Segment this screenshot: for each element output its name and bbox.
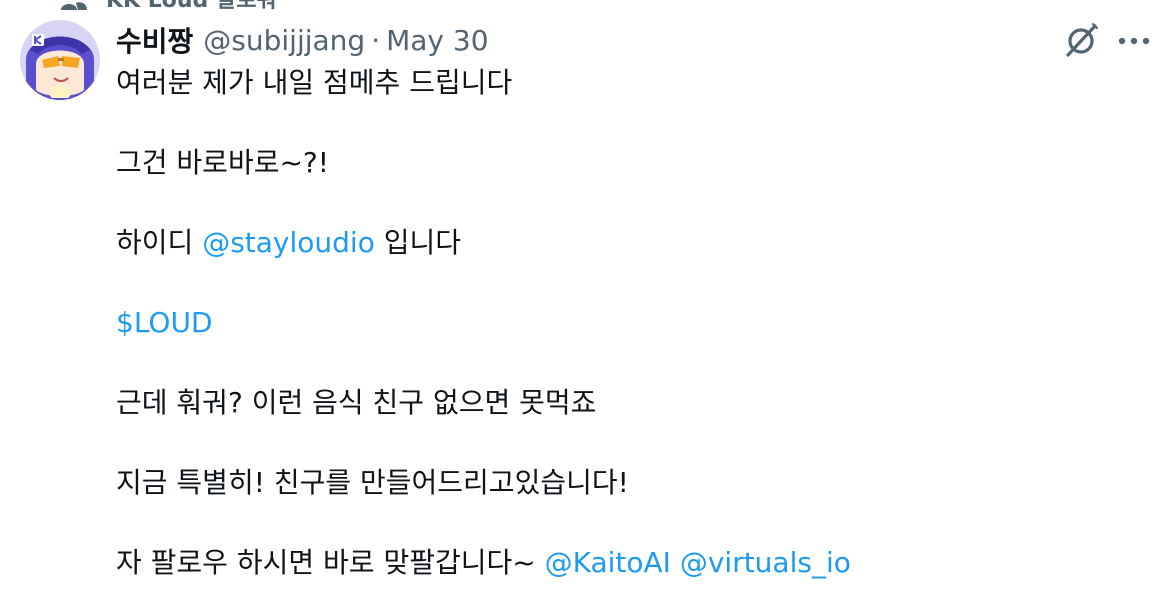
social-context-label: KK Loud 팔로워: [106, 0, 277, 13]
more-button[interactable]: [1112, 20, 1156, 60]
tweet-line: 하이디 @stayloudio 입니다: [116, 223, 1156, 263]
cashtag-link[interactable]: $LOUD: [116, 306, 213, 339]
tweet-line: 그건 바로바로~?!: [116, 146, 330, 179]
tweet-text-segment: 자 팔로우 하시면 바로 맞팔갑니다~: [116, 546, 545, 579]
social-context[interactable]: KK Loud 팔로워: [60, 0, 277, 13]
tweet-line: 근데 훠궈? 이런 음식 친구 없으면 못먹죠: [116, 386, 597, 419]
author-handle[interactable]: @subijjjang: [203, 24, 365, 57]
tweet-line: 여러분 제가 내일 점메추 드립니다: [116, 66, 513, 99]
tweet-line: $LOUD: [116, 303, 1156, 343]
tweet-header: 수비짱 @subijjjang · May 30: [116, 20, 489, 60]
avatar[interactable]: [20, 20, 100, 100]
tweet-text-segment: 입니다: [374, 226, 462, 259]
tweet-text-segment: [671, 546, 680, 579]
mention-link[interactable]: @virtuals_io: [680, 546, 851, 579]
tweet-text: 여러분 제가 내일 점메추 드립니다 그건 바로바로~?! 하이디 @stayl…: [116, 63, 1156, 583]
more-icon: [1118, 37, 1150, 45]
mention-link[interactable]: @stayloudio: [202, 226, 375, 259]
avatar-image: [20, 20, 100, 100]
grok-icon: [1066, 23, 1098, 57]
mention-link[interactable]: @KaitoAI: [545, 546, 671, 579]
grok-button[interactable]: [1062, 20, 1102, 60]
author-name[interactable]: 수비짱: [116, 20, 193, 60]
tweet-date[interactable]: May 30: [386, 24, 488, 57]
tweet-line: 자 팔로우 하시면 바로 맞팔갑니다~ @KaitoAI @virtuals_i…: [116, 543, 1156, 583]
people-icon: [61, 2, 87, 10]
tweet-line: 지금 특별히! 친구를 만들어드리고있습니다!: [116, 466, 629, 499]
separator-dot: ·: [371, 23, 381, 57]
tweet-text-segment: 하이디: [116, 226, 203, 259]
